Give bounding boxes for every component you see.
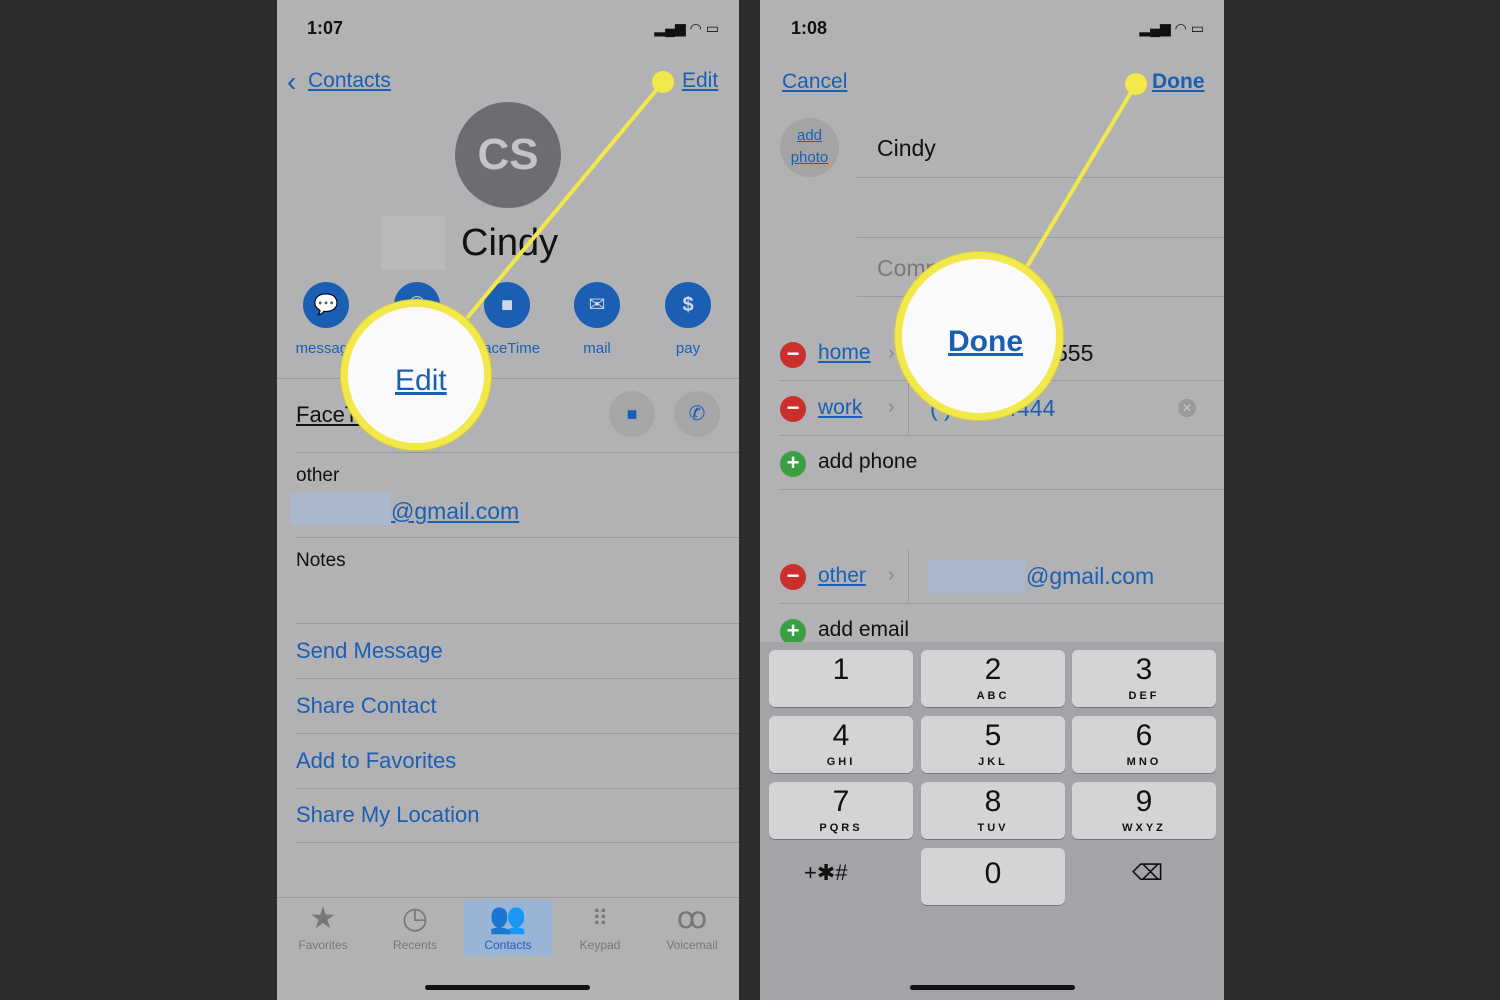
tab-keypad[interactable]: ⠿ Keypad xyxy=(556,900,644,952)
clock-icon: ◷ xyxy=(401,902,429,935)
keypad-icon: ⠿ xyxy=(591,906,609,931)
numeric-keypad: 1 2 ABC 3 DEF 4 GHI 5 JKL 6 MNO 7 PQRS 8 TUV 9W… xyxy=(760,642,1224,1000)
contact-detail-screen: 1:07 ▂▄▆ ◠ ▭ ‹ Contacts Edit CS Cindy 💬 … xyxy=(277,0,739,1000)
tab-label: Voicemail xyxy=(666,938,718,952)
add-to-favorites-link[interactable]: Add to Favorites xyxy=(296,748,456,774)
key-6[interactable]: 6 MNO xyxy=(1072,716,1216,773)
key-7[interactable]: 7 PQRS xyxy=(769,782,913,839)
tab-label: Favorites xyxy=(298,938,348,952)
tab-recents[interactable]: ◷ Recents xyxy=(371,900,459,952)
key-symbols[interactable]: +✱# xyxy=(804,860,848,886)
tab-label: Keypad xyxy=(579,938,621,952)
done-callout: Done xyxy=(895,252,1063,420)
tab-favorites[interactable]: ★ Favorites xyxy=(279,900,367,952)
contact-edit-screen: 1:08 ▂▄▆ ◠ ▭ Cancel Done add photo Cindy… xyxy=(760,0,1224,1000)
share-contact-link[interactable]: Share Contact xyxy=(296,693,437,719)
tab-label: Contacts xyxy=(484,938,532,952)
redacted-email xyxy=(928,560,1025,593)
star-icon: ★ xyxy=(309,902,337,935)
key-8[interactable]: 8 TUV xyxy=(921,782,1065,839)
share-location-link[interactable]: Share My Location xyxy=(296,802,479,828)
callout-done-label: Done xyxy=(948,325,1023,358)
contacts-icon: 👥 xyxy=(489,902,527,935)
callout-edit-label: Edit xyxy=(395,364,447,397)
email-label-other[interactable]: other xyxy=(818,564,866,588)
tab-voicemail[interactable]: ꝏ Voicemail xyxy=(648,900,736,952)
key-1[interactable]: 1 xyxy=(769,650,913,707)
redacted-email xyxy=(291,493,391,525)
key-9[interactable]: 9 WXYZ xyxy=(1072,782,1216,839)
email-label: other xyxy=(296,465,340,486)
key-3[interactable]: 3 DEF xyxy=(1072,650,1216,707)
tab-contacts[interactable]: 👥 Contacts xyxy=(464,900,552,956)
chevron-right-icon: › xyxy=(888,564,895,586)
key-0[interactable]: 0 xyxy=(921,848,1065,905)
callout-dot xyxy=(652,71,674,93)
voicemail-icon: ꝏ xyxy=(676,902,708,935)
key-2[interactable]: 2 ABC xyxy=(921,650,1065,707)
key-5[interactable]: 5 JKL xyxy=(921,716,1065,773)
callout-dot xyxy=(1125,73,1147,95)
home-indicator xyxy=(425,985,590,990)
tab-label: Recents xyxy=(392,938,438,952)
notes-label: Notes xyxy=(296,550,346,571)
home-indicator xyxy=(910,985,1075,990)
backspace-icon[interactable]: ⌫ xyxy=(1132,860,1163,886)
key-4[interactable]: 4 GHI xyxy=(769,716,913,773)
delete-email-icon[interactable]: − xyxy=(780,564,806,590)
email-link[interactable]: @gmail.com xyxy=(391,498,519,525)
email-field[interactable]: @gmail.com xyxy=(1026,563,1154,590)
send-message-link[interactable]: Send Message xyxy=(296,638,443,664)
edit-callout: Edit xyxy=(341,300,491,450)
add-email-button[interactable]: add email xyxy=(818,618,909,642)
